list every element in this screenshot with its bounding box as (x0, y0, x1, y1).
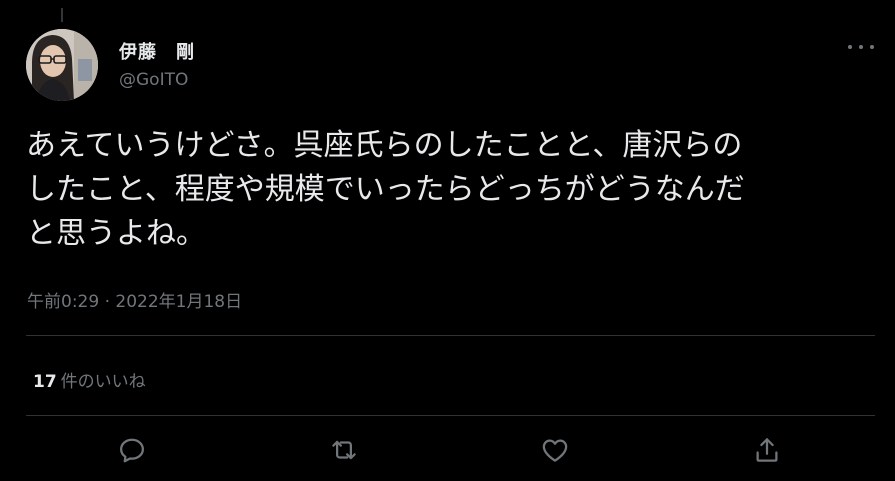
tweet-text-line: したこと、程度や規模でいったらどっちがどうなんだ (26, 172, 745, 207)
share-icon (756, 438, 778, 462)
more-dot (848, 45, 852, 49)
tweet-timestamp[interactable]: 午前0:29 · 2022年1月18日 (27, 287, 242, 312)
more-dot (859, 45, 863, 49)
reply-button[interactable] (115, 433, 149, 467)
more-dot (870, 45, 874, 49)
divider (26, 335, 875, 336)
tweet-text-line: あえていうけどさ。呉座氏らのしたことと、唐沢らの (26, 128, 743, 163)
reply-icon (120, 438, 144, 463)
likes-label: 件のいいね (60, 372, 146, 392)
like-button[interactable] (538, 433, 572, 467)
likes-count: 17 (33, 372, 57, 392)
tweet-text-line: と思うよね。 (26, 216, 206, 251)
likes-stat[interactable]: 17 件のいいね (33, 367, 146, 392)
tweet-text: あえていうけどさ。呉座氏らのしたことと、唐沢らの したこと、程度や規模でいったら… (26, 124, 871, 256)
avatar-photo (26, 29, 98, 101)
heart-icon (542, 439, 568, 462)
avatar[interactable] (26, 29, 98, 101)
divider (26, 415, 875, 416)
more-options-icon[interactable] (846, 37, 876, 57)
share-button[interactable] (750, 433, 784, 467)
author-handle[interactable]: @GoITO (119, 70, 188, 90)
retweet-button[interactable] (327, 433, 361, 467)
thread-connector-line (61, 8, 63, 22)
retweet-icon (332, 440, 356, 460)
author-display-name[interactable]: 伊藤 剛 (119, 38, 195, 64)
